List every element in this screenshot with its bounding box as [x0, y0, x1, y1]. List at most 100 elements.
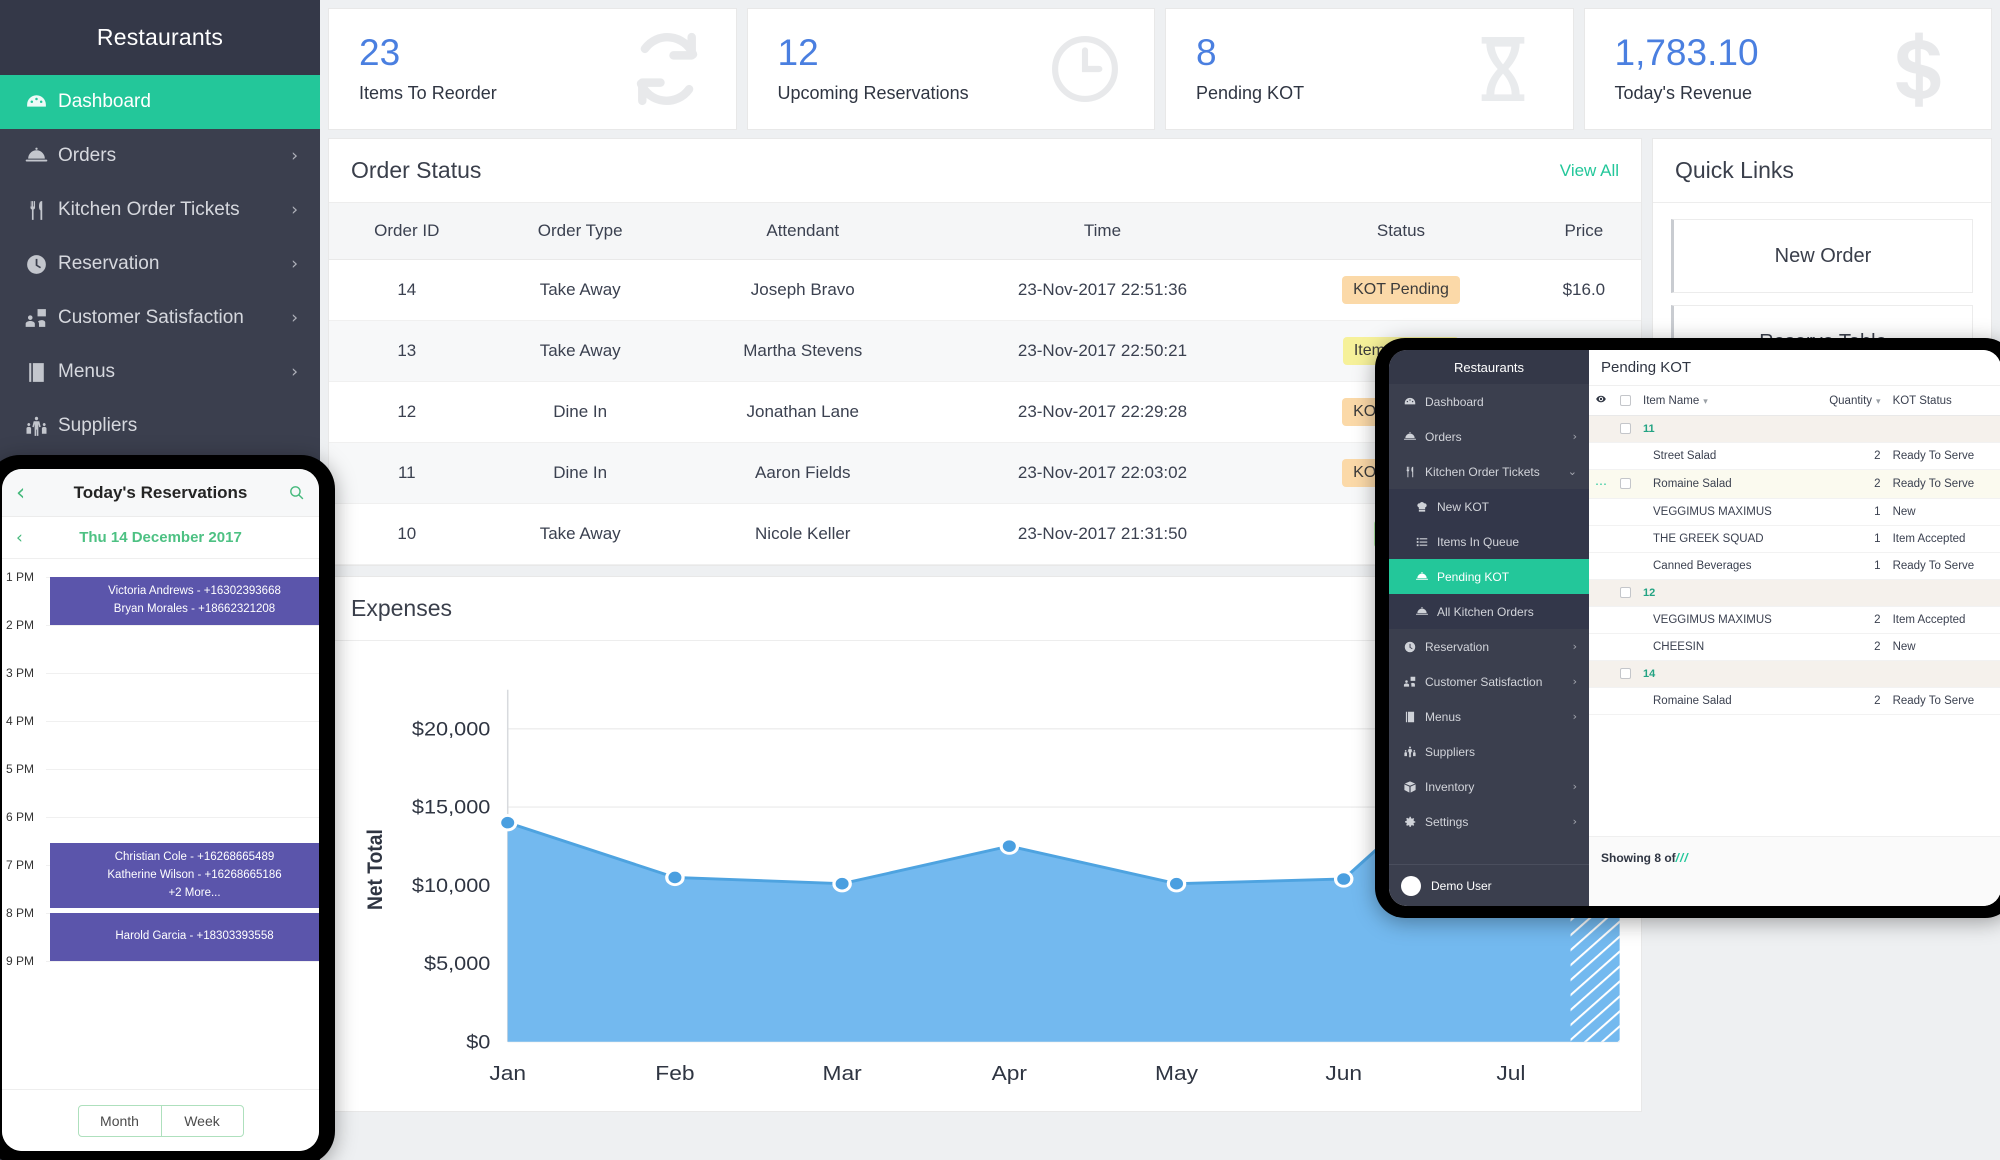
tablet-sidebar-item-label: New KOT [1437, 500, 1577, 514]
date-prev-icon[interactable]: ‹ [16, 528, 42, 548]
tablet-sidebar-item-orders[interactable]: Orders› [1389, 419, 1589, 454]
tablet-sidebar-item-pending-kot[interactable]: Pending KOT [1389, 559, 1589, 594]
kot-group-row[interactable]: 11 [1589, 416, 2000, 443]
kot-item-row[interactable]: Romaine Salad2Ready To Serve [1589, 688, 2000, 715]
quick-link-new-order[interactable]: New Order [1671, 219, 1973, 293]
row-menu-icon[interactable] [1589, 607, 1614, 634]
stat-card-upcoming-reservations[interactable]: 12 Upcoming Reservations [747, 8, 1156, 130]
row-checkbox[interactable] [1614, 607, 1637, 634]
select-all-checkbox[interactable] [1614, 386, 1637, 416]
row-checkbox[interactable] [1614, 526, 1637, 553]
stat-text: 23 Items To Reorder [359, 34, 497, 104]
kot-col-item-name[interactable]: Item Name▾ [1637, 386, 1809, 416]
view-mode-week-button[interactable]: Week [161, 1106, 243, 1136]
tablet-sidebar-item-customer-satisfaction[interactable]: Customer Satisfaction› [1389, 664, 1589, 699]
sidebar-item-label: Orders [58, 145, 291, 167]
chevron-right-icon: › [291, 362, 298, 382]
chevron-left-icon[interactable]: ‹ [16, 480, 46, 506]
tablet-sidebar-item-reservation[interactable]: Reservation› [1389, 629, 1589, 664]
sidebar-item-menus[interactable]: Menus› [0, 345, 320, 399]
refresh-icon [628, 30, 706, 108]
kot-item-row[interactable]: ⋯Romaine Salad2Ready To Serve [1589, 470, 2000, 499]
row-checkbox[interactable] [1614, 470, 1637, 499]
svg-text:$0: $0 [466, 1032, 490, 1054]
quick-link-label: New Order [1775, 245, 1872, 268]
reservation-line: Christian Cole - +16268665489 [115, 849, 275, 867]
view-all-link[interactable]: View All [1560, 161, 1619, 181]
stat-card-today-s-revenue[interactable]: 1,783.10 Today's Revenue [1584, 8, 1993, 130]
stat-card-items-to-reorder[interactable]: 23 Items To Reorder [328, 8, 737, 130]
sidebar-item-label: Reservation [58, 253, 291, 275]
tablet-sidebar-item-items-in-queue[interactable]: Items In Queue [1389, 524, 1589, 559]
kot-col-kot-status[interactable]: KOT Status [1887, 386, 2000, 416]
tablet-sidebar-item-new-kot[interactable]: New KOT [1389, 489, 1589, 524]
stats-row: 23 Items To Reorder 12 Upcoming Reservat… [320, 0, 2000, 130]
stat-card-pending-kot[interactable]: 8 Pending KOT [1165, 8, 1574, 130]
eye-icon[interactable] [1589, 386, 1614, 416]
sidebar-item-dashboard[interactable]: Dashboard [0, 75, 320, 129]
cell-item-name: THE GREEK SQUAD [1637, 526, 1809, 553]
cell-order-type: Take Away [485, 321, 676, 382]
cell-attendant: Aaron Fields [676, 443, 930, 504]
table-row[interactable]: 14Take AwayJoseph Bravo23-Nov-2017 22:51… [329, 260, 1641, 321]
chevron-icon: › [1573, 640, 1577, 653]
dashboard-icon [1403, 395, 1425, 409]
reservation-event[interactable]: Victoria Andrews - +16302393668Bryan Mor… [50, 577, 319, 625]
tablet-sidebar-item-label: Customer Satisfaction [1425, 675, 1573, 689]
row-checkbox[interactable] [1614, 688, 1637, 715]
calendar-hour-label: 5 PM [6, 762, 34, 776]
tablet-sidebar-item-label: Menus [1425, 710, 1573, 724]
kot-item-row[interactable]: THE GREEK SQUAD1Item Accepted [1589, 526, 2000, 553]
row-menu-icon[interactable] [1589, 499, 1614, 526]
cutlery-icon [24, 198, 58, 223]
row-checkbox[interactable] [1614, 499, 1637, 526]
tablet-sidebar-item-suppliers[interactable]: Suppliers [1389, 734, 1589, 769]
tablet-sidebar-item-all-kitchen-orders[interactable]: All Kitchen Orders [1389, 594, 1589, 629]
tablet-sidebar-item-dashboard[interactable]: Dashboard [1389, 384, 1589, 419]
sidebar-item-suppliers[interactable]: Suppliers [0, 399, 320, 453]
kot-item-row[interactable]: Canned Beverages1Ready To Serve [1589, 553, 2000, 580]
svg-text:Jun: Jun [1325, 1062, 1362, 1085]
row-checkbox[interactable] [1614, 634, 1637, 661]
calendar-hour-label: 2 PM [6, 618, 34, 632]
row-menu-icon[interactable]: ⋯ [1589, 470, 1614, 499]
kot-group-row[interactable]: 12 [1589, 580, 2000, 607]
search-icon[interactable] [275, 484, 305, 501]
kot-item-row[interactable]: VEGGIMUS MAXIMUS2Item Accepted [1589, 607, 2000, 634]
tablet-sidebar-item-label: Inventory [1425, 780, 1573, 794]
sidebar-item-orders[interactable]: Orders› [0, 129, 320, 183]
row-menu-icon[interactable] [1589, 688, 1614, 715]
sidebar-item-kitchen-order-tickets[interactable]: Kitchen Order Tickets› [0, 183, 320, 237]
kot-item-row[interactable]: CHEESIN2New [1589, 634, 2000, 661]
tablet-user-row[interactable]: Demo User [1389, 864, 1589, 906]
kot-group-row[interactable]: 14 [1589, 661, 2000, 688]
order-col-header: Status [1275, 203, 1527, 260]
reservation-event[interactable]: Harold Garcia - +18303393558 [50, 913, 319, 961]
kot-item-row[interactable]: VEGGIMUS MAXIMUS1New [1589, 499, 2000, 526]
group-checkbox[interactable] [1614, 416, 1637, 443]
view-mode-segmented-control[interactable]: MonthWeek [78, 1105, 244, 1137]
row-menu-icon[interactable] [1589, 634, 1614, 661]
book-icon [24, 360, 58, 385]
tablet-sidebar-item-settings[interactable]: Settings› [1389, 804, 1589, 839]
tablet-sidebar-item-menus[interactable]: Menus› [1389, 699, 1589, 734]
row-menu-icon[interactable] [1589, 526, 1614, 553]
stat-label: Pending KOT [1196, 83, 1304, 104]
kot-col-quantity[interactable]: Quantity▾ [1809, 386, 1886, 416]
dashboard-icon [24, 90, 58, 115]
row-checkbox[interactable] [1614, 443, 1637, 470]
tablet-sidebar-item-inventory[interactable]: Inventory› [1389, 769, 1589, 804]
sidebar-item-customer-satisfaction[interactable]: Customer Satisfaction› [0, 291, 320, 345]
row-menu-icon[interactable] [1589, 553, 1614, 580]
view-mode-month-button[interactable]: Month [79, 1106, 161, 1136]
reservation-event[interactable]: Christian Cole - +16268665489Katherine W… [50, 843, 319, 908]
kot-item-row[interactable]: Street Salad2Ready To Serve [1589, 443, 2000, 470]
group-checkbox[interactable] [1614, 661, 1637, 688]
cell-kot-status: Item Accepted [1887, 607, 2000, 634]
group-checkbox[interactable] [1614, 580, 1637, 607]
row-checkbox[interactable] [1614, 553, 1637, 580]
row-menu-icon[interactable] [1589, 443, 1614, 470]
sidebar-item-reservation[interactable]: Reservation› [0, 237, 320, 291]
tablet-sidebar-item-kitchen-order-tickets[interactable]: Kitchen Order Tickets⌄ [1389, 454, 1589, 489]
showing-count-value: /// [1676, 851, 1689, 865]
